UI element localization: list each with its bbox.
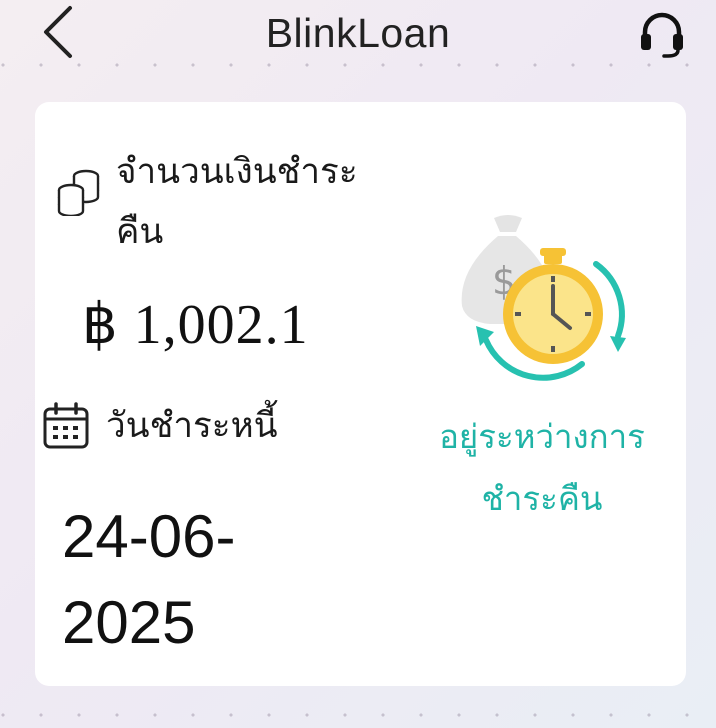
support-button[interactable] (636, 8, 688, 60)
repayment-status: อยู่ระหว่างการชำระคืน (439, 417, 645, 518)
decorative-dots-bottom (0, 712, 716, 718)
headset-icon (641, 12, 683, 58)
page-title: BlinkLoan (265, 10, 451, 56)
amount-label: จำนวนเงินชำระคืน (116, 152, 358, 252)
due-date-label: วันชำระหนี้ (106, 406, 278, 446)
decorative-dots-top (0, 62, 716, 68)
coins-icon (56, 166, 102, 218)
calendar-icon (42, 402, 90, 450)
money-bag-stopwatch-icon: $ (446, 206, 636, 396)
due-date-value: 24-06-2025 (62, 503, 236, 656)
amount-value: ฿ 1,002.1 (82, 294, 309, 356)
